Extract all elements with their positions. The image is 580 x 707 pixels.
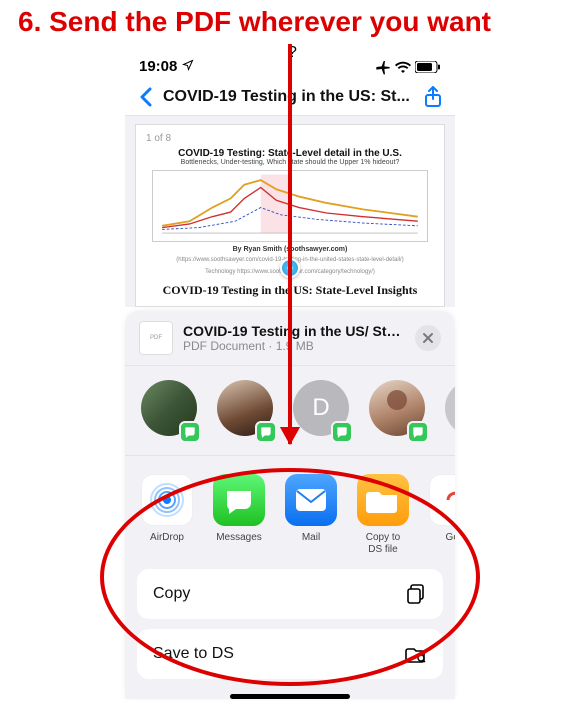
airplane-mode-icon xyxy=(375,59,391,75)
clock: 19:08 xyxy=(139,58,177,75)
file-thumbnail: PDF xyxy=(139,321,173,355)
back-button[interactable] xyxy=(135,86,157,108)
annotation-arrow xyxy=(288,44,292,444)
app-label: Mail xyxy=(302,532,320,544)
wifi-icon xyxy=(395,61,411,73)
messages-badge-icon xyxy=(179,421,201,443)
mail-icon xyxy=(285,474,337,526)
action-label: Save to DS xyxy=(153,645,234,663)
contact-suggestion[interactable] xyxy=(215,380,275,441)
app-label: AirDrop xyxy=(150,532,184,544)
location-icon xyxy=(182,59,194,71)
home-indicator xyxy=(230,694,350,699)
app-label: Goo xyxy=(446,532,455,544)
save-folder-icon xyxy=(405,643,427,665)
battery-icon xyxy=(415,61,441,73)
contact-suggestion[interactable] xyxy=(443,380,455,441)
file-name: COVID-19 Testing in the US/ State-Leve..… xyxy=(183,323,405,339)
file-info: COVID-19 Testing in the US/ State-Leve..… xyxy=(183,323,405,353)
share-app-mail[interactable]: Mail xyxy=(283,474,339,555)
messages-badge-icon xyxy=(407,421,429,443)
file-meta: PDF Document · 1.9 MB xyxy=(183,339,405,353)
contact-suggestion[interactable] xyxy=(139,380,199,441)
folder-icon xyxy=(357,474,409,526)
app-label: Messages xyxy=(216,532,262,544)
action-save-ds[interactable]: Save to DS xyxy=(137,629,443,679)
messages-icon xyxy=(213,474,265,526)
messages-badge-icon xyxy=(331,421,353,443)
messages-badge-icon xyxy=(255,421,277,443)
avatar xyxy=(445,380,455,436)
action-label: Copy xyxy=(153,585,190,603)
share-actions: Copy Save to DS xyxy=(125,569,455,697)
airdrop-icon xyxy=(141,474,193,526)
apps-row: AirDrop Messages Mail Copy to DS file xyxy=(125,456,455,569)
status-right xyxy=(375,59,441,75)
contact-suggestion[interactable]: D xyxy=(291,380,351,441)
share-button[interactable] xyxy=(421,85,445,109)
action-copy[interactable]: Copy xyxy=(137,569,443,619)
app-label: Copy to DS file xyxy=(366,532,400,555)
share-app-google[interactable]: Goo xyxy=(427,474,455,555)
copy-icon xyxy=(405,583,427,605)
status-left: 19:08 xyxy=(139,58,194,75)
google-icon xyxy=(429,474,455,526)
share-app-ds-file[interactable]: Copy to DS file xyxy=(355,474,411,555)
contact-suggestion[interactable] xyxy=(367,380,427,441)
close-button[interactable] xyxy=(415,325,441,351)
share-app-messages[interactable]: Messages xyxy=(211,474,267,555)
share-app-airdrop[interactable]: AirDrop xyxy=(139,474,195,555)
